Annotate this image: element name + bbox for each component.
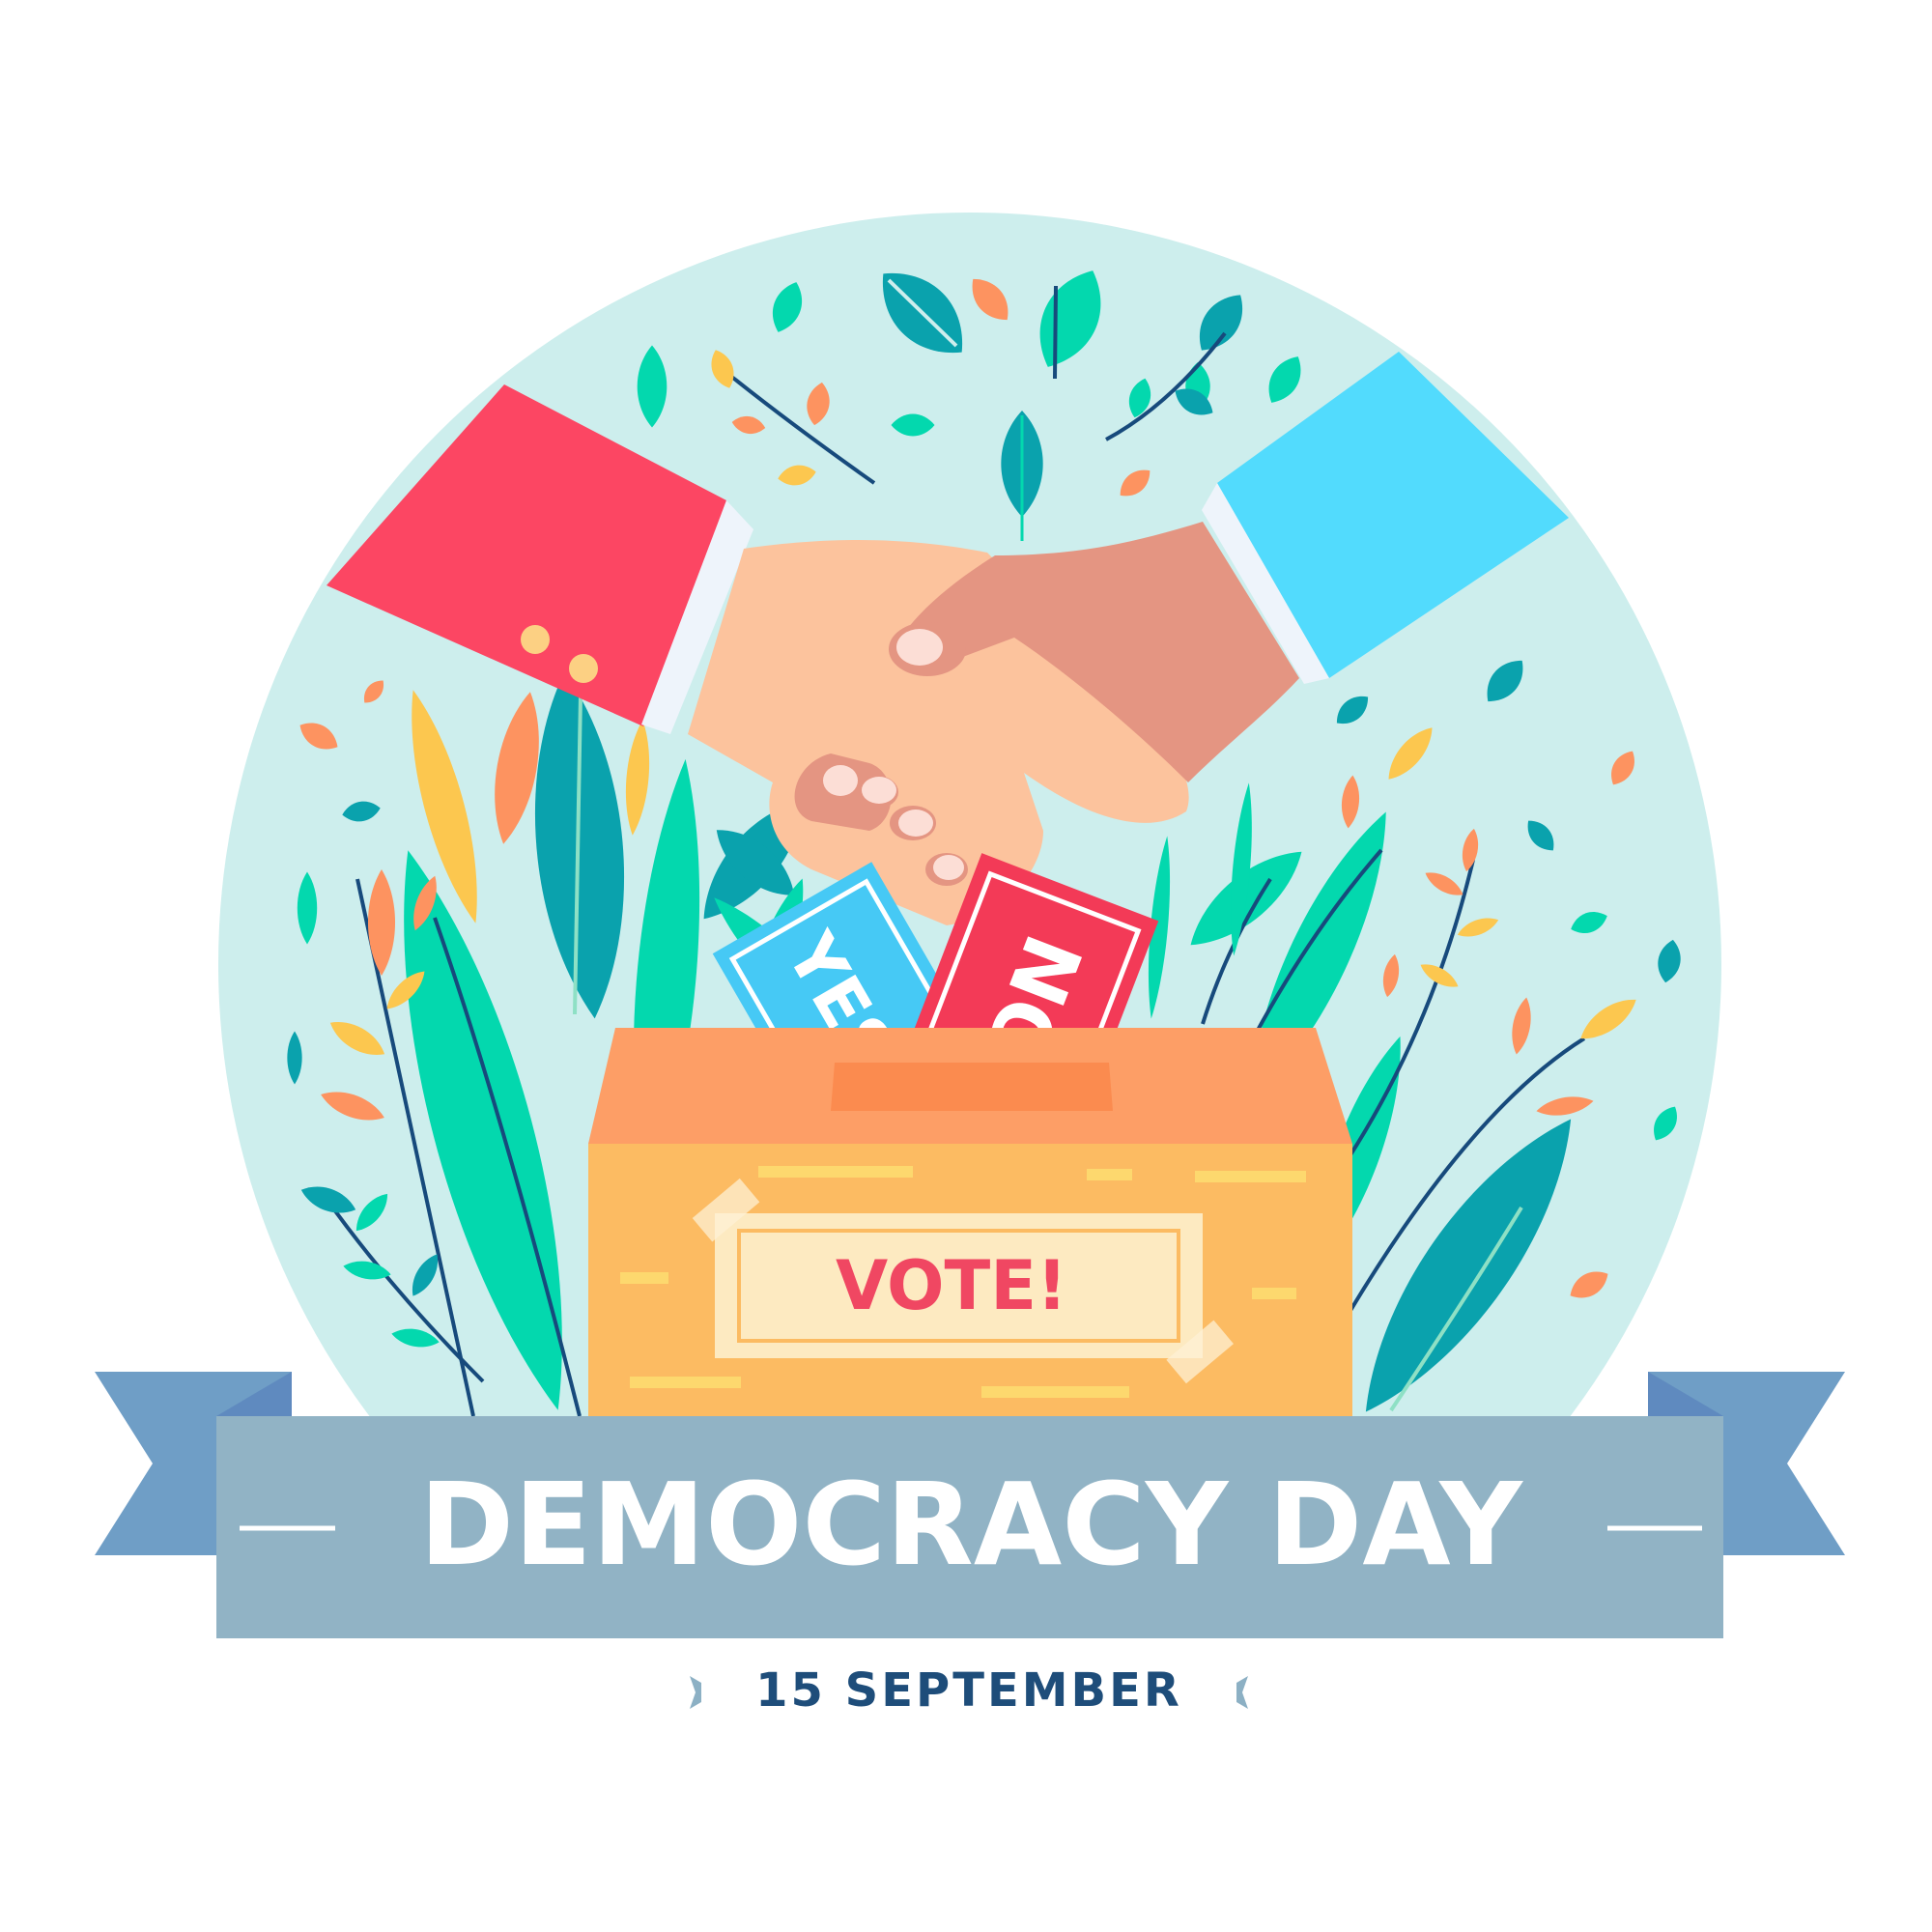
date-marker-right	[1236, 1676, 1248, 1709]
date-footer: 15 SEPTEMBER	[690, 1663, 1248, 1718]
democracy-day-illustration: YES NO VOTE! DEMOCRACY DAY 15 SEPTEMBER	[95, 213, 1845, 1718]
date-text: 15 SEPTEMBER	[755, 1663, 1182, 1718]
ballot-box-icon: VOTE!	[588, 1028, 1352, 1416]
vote-label: VOTE!	[715, 1213, 1203, 1358]
banner-title: DEMOCRACY DAY	[419, 1458, 1523, 1591]
vote-label-text: VOTE!	[836, 1246, 1067, 1325]
date-marker-left	[690, 1676, 701, 1709]
